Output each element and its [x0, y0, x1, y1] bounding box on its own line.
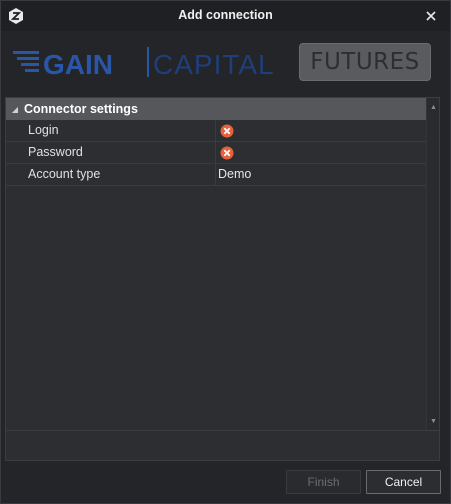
property-row-account-type[interactable]: Account type Demo	[6, 164, 426, 186]
category-connector-settings[interactable]: ◢ Connector settings	[6, 98, 426, 120]
finish-button[interactable]: Finish	[286, 470, 361, 494]
cancel-button[interactable]: Cancel	[366, 470, 441, 494]
property-name: Login	[6, 120, 216, 141]
vertical-scrollbar[interactable]: ▲ ▼	[426, 98, 439, 430]
category-label: Connector settings	[24, 102, 138, 116]
title-bar: Add connection	[1, 1, 450, 31]
svg-text:CAPITAL: CAPITAL	[153, 49, 275, 79]
property-rows: Login Password Account type Demo	[6, 120, 426, 186]
scroll-down-arrow-icon[interactable]: ▼	[427, 414, 440, 428]
dialog-title: Add connection	[178, 8, 273, 22]
property-row-password[interactable]: Password	[6, 142, 426, 164]
close-button[interactable]	[420, 5, 442, 27]
gain-capital-logo: GAIN CAPITAL	[13, 47, 275, 79]
error-icon	[220, 146, 234, 159]
description-panel	[6, 430, 439, 460]
svg-text:GAIN: GAIN	[43, 49, 113, 79]
collapse-triangle-icon[interactable]: ◢	[6, 105, 24, 114]
password-value-field[interactable]	[216, 142, 426, 163]
futures-logo: FUTURES	[299, 43, 431, 81]
account-type-value[interactable]: Demo	[216, 164, 426, 185]
error-icon	[220, 124, 234, 137]
login-value-field[interactable]	[216, 120, 426, 141]
property-name: Password	[6, 142, 216, 163]
property-grid: ◢ Connector settings Login Password Acco…	[5, 97, 440, 461]
broker-logo-bar: GAIN CAPITAL FUTURES	[1, 31, 450, 93]
add-connection-dialog: Add connection GAIN CAPITAL FUTURES ◢ Co…	[0, 0, 451, 504]
property-row-login[interactable]: Login	[6, 120, 426, 142]
close-icon	[426, 11, 436, 21]
scroll-up-arrow-icon[interactable]: ▲	[427, 100, 440, 114]
property-name: Account type	[6, 164, 216, 185]
